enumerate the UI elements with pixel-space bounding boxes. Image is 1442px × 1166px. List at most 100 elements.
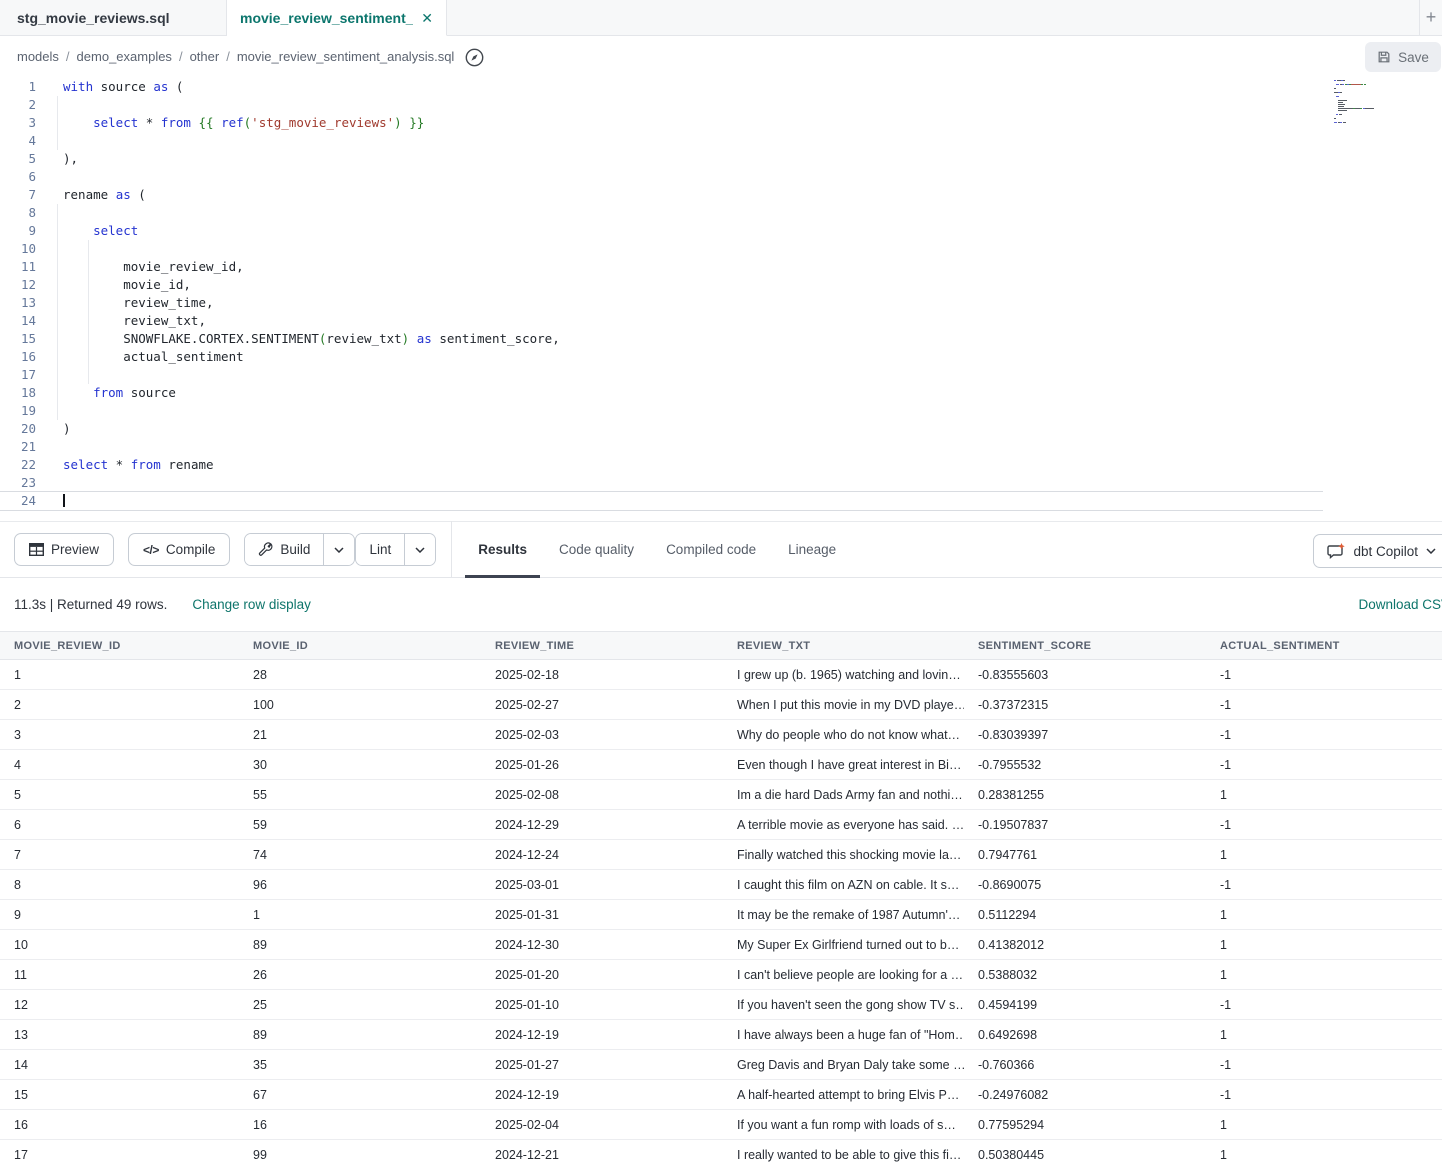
- download-csv-link[interactable]: Download CSV: [1358, 597, 1442, 612]
- compile-button[interactable]: </> Compile: [128, 533, 230, 566]
- cell-review_txt: If you haven't seen the gong show TV s…: [723, 990, 964, 1019]
- breadcrumb-segment: movie_review_sentiment_analysis.sql: [237, 49, 455, 64]
- lint-dropdown-button[interactable]: [404, 534, 435, 565]
- column-header[interactable]: REVIEW_TIME: [481, 632, 723, 659]
- table-row: 3212025-02-03Why do people who do not kn…: [0, 720, 1442, 750]
- code-line[interactable]: 21: [0, 438, 1323, 456]
- code-line[interactable]: 14 review_txt,: [0, 312, 1323, 330]
- cell-movie_id: 55: [239, 780, 481, 809]
- lint-button[interactable]: Lint: [356, 534, 404, 565]
- tab-compiled-code[interactable]: Compiled code: [653, 521, 769, 578]
- dbt-copilot-button[interactable]: dbt Copilot: [1313, 534, 1442, 568]
- cell-review_txt: My Super Ex Girlfriend turned out to b…: [723, 930, 964, 959]
- cell-review_txt: Im a die hard Dads Army fan and nothi…: [723, 780, 964, 809]
- code-text: [63, 492, 65, 510]
- code-line[interactable]: 5),: [0, 150, 1323, 168]
- code-line[interactable]: 20): [0, 420, 1323, 438]
- code-line[interactable]: 15 SNOWFLAKE.CORTEX.SENTIMENT(review_txt…: [0, 330, 1323, 348]
- breadcrumb-separator: /: [179, 49, 183, 64]
- cell-actual_sentiment: -1: [1206, 690, 1442, 719]
- change-row-display-link[interactable]: Change row display: [192, 597, 311, 612]
- new-tab-button[interactable]: +: [1419, 0, 1442, 36]
- code-line[interactable]: 19: [0, 402, 1323, 420]
- cell-movie_id: 25: [239, 990, 481, 1019]
- code-line[interactable]: 1with source as (: [0, 78, 1323, 96]
- code-line[interactable]: 18 from source: [0, 384, 1323, 402]
- code-line[interactable]: 16 actual_sentiment: [0, 348, 1323, 366]
- table-row: 16162025-02-04If you want a fun romp wit…: [0, 1110, 1442, 1140]
- line-number: 14: [0, 312, 55, 330]
- cell-movie_review_id: 13: [0, 1020, 239, 1049]
- tab-code-quality[interactable]: Code quality: [546, 521, 647, 578]
- cell-review_txt: I caught this film on AZN on cable. It s…: [723, 870, 964, 899]
- cell-movie_id: 59: [239, 810, 481, 839]
- save-label: Save: [1398, 50, 1429, 65]
- code-line[interactable]: 24: [0, 492, 1323, 510]
- breadcrumb-separator: /: [66, 49, 70, 64]
- editor-actions: Preview </> Compile Build Lint: [0, 533, 436, 566]
- column-header[interactable]: MOVIE_ID: [239, 632, 481, 659]
- cell-review_txt: I grew up (b. 1965) watching and lovin…: [723, 660, 964, 689]
- results-table: MOVIE_REVIEW_IDMOVIE_IDREVIEW_TIMEREVIEW…: [0, 631, 1442, 1166]
- cell-review_time: 2025-02-08: [481, 780, 723, 809]
- review-text: I grew up (b. 1965) watching and lovin…: [737, 668, 961, 682]
- breadcrumb-separator: /: [226, 49, 230, 64]
- code-line[interactable]: 13 review_time,: [0, 294, 1323, 312]
- code-line[interactable]: 23: [0, 474, 1323, 492]
- code-line[interactable]: 2: [0, 96, 1323, 114]
- column-header[interactable]: MOVIE_REVIEW_ID: [0, 632, 239, 659]
- code-line[interactable]: 8: [0, 204, 1323, 222]
- cell-sentiment_score: 0.77595294: [964, 1110, 1206, 1139]
- table-row: 13892024-12-19I have always been a huge …: [0, 1020, 1442, 1050]
- code-line[interactable]: 7rename as (: [0, 186, 1323, 204]
- editor-minimap[interactable]: [1334, 80, 1398, 128]
- code-line[interactable]: 11 movie_review_id,: [0, 258, 1323, 276]
- editor-tab-2[interactable]: movie_review_sentiment_...✕: [227, 0, 447, 36]
- code-line[interactable]: 3 select * from {{ ref('stg_movie_review…: [0, 114, 1323, 132]
- code-text: from source: [63, 384, 176, 402]
- column-header[interactable]: REVIEW_TXT: [723, 632, 964, 659]
- cell-movie_id: 1: [239, 900, 481, 929]
- review-text: I have always been a huge fan of "Hom…: [737, 1028, 964, 1042]
- save-button[interactable]: Save: [1365, 42, 1441, 72]
- column-header[interactable]: ACTUAL_SENTIMENT: [1206, 632, 1442, 659]
- cell-review_time: 2025-01-26: [481, 750, 723, 779]
- build-button[interactable]: Build: [245, 534, 323, 565]
- close-icon[interactable]: ✕: [413, 11, 433, 25]
- cell-review_time: 2024-12-21: [481, 1140, 723, 1166]
- cell-movie_id: 28: [239, 660, 481, 689]
- chevron-down-icon: [415, 547, 425, 553]
- sql-code-editor[interactable]: 1with source as (23 select * from {{ ref…: [0, 78, 1442, 521]
- code-text: ),: [63, 150, 78, 168]
- cell-sentiment_score: 0.6492698: [964, 1020, 1206, 1049]
- editor-tab-bar: stg_movie_reviews.sqlmovie_review_sentim…: [0, 0, 1442, 36]
- code-line[interactable]: 4: [0, 132, 1323, 150]
- code-line[interactable]: 10: [0, 240, 1323, 258]
- copilot-compass-button[interactable]: [464, 47, 485, 68]
- code-line[interactable]: 22select * from rename: [0, 456, 1323, 474]
- tab-results[interactable]: Results: [465, 521, 540, 578]
- line-number: 4: [0, 132, 55, 150]
- tab-label: movie_review_sentiment_...: [240, 10, 413, 26]
- code-lines: 1with source as (23 select * from {{ ref…: [0, 78, 1442, 510]
- code-line[interactable]: 6: [0, 168, 1323, 186]
- code-line[interactable]: 12 movie_id,: [0, 276, 1323, 294]
- tab-lineage[interactable]: Lineage: [775, 521, 849, 578]
- code-line[interactable]: 17: [0, 366, 1323, 384]
- line-number: 17: [0, 366, 55, 384]
- cell-sentiment_score: -0.760366: [964, 1050, 1206, 1079]
- build-dropdown-button[interactable]: [323, 534, 354, 565]
- code-text: movie_review_id,: [63, 258, 244, 276]
- code-line[interactable]: 9 select: [0, 222, 1323, 240]
- expand-cell-icon[interactable]: [963, 1116, 964, 1130]
- table-icon: [29, 543, 44, 556]
- build-label: Build: [280, 542, 310, 557]
- results-table-header: MOVIE_REVIEW_IDMOVIE_IDREVIEW_TIMEREVIEW…: [0, 631, 1442, 660]
- cell-actual_sentiment: 1: [1206, 1140, 1442, 1166]
- preview-button[interactable]: Preview: [14, 533, 114, 566]
- editor-tab-1[interactable]: stg_movie_reviews.sql: [0, 0, 227, 36]
- cell-sentiment_score: 0.7947761: [964, 840, 1206, 869]
- cell-actual_sentiment: -1: [1206, 720, 1442, 749]
- column-header[interactable]: SENTIMENT_SCORE: [964, 632, 1206, 659]
- cell-review_time: 2024-12-24: [481, 840, 723, 869]
